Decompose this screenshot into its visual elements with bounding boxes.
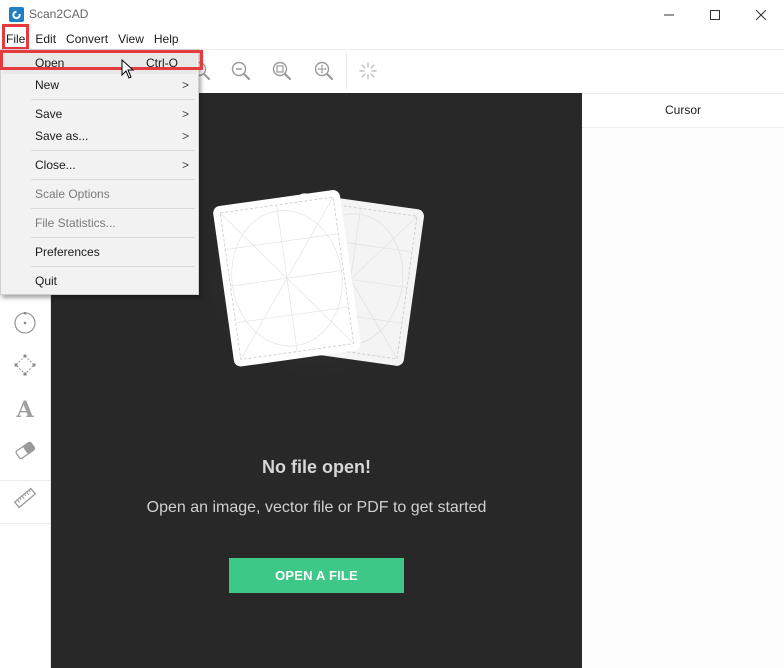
menu-item-label: Save as...: [35, 129, 89, 143]
eraser-tool-icon: [15, 441, 36, 460]
menu-separator: [31, 99, 195, 100]
properties-panel: Cursor: [582, 93, 784, 668]
menu-item-label: Open: [35, 56, 65, 70]
menu-item-label: Scale Options: [35, 187, 110, 201]
measure-tool-icon: [13, 487, 37, 509]
menu-convert[interactable]: Convert: [61, 30, 113, 49]
menu-view[interactable]: View: [113, 30, 149, 49]
measure-tool-button[interactable]: [11, 484, 39, 512]
open-a-file-button[interactable]: OPEN A FILE: [229, 558, 404, 593]
zoom-fit-button[interactable]: [269, 58, 295, 84]
close-button[interactable]: [738, 0, 784, 30]
toolbar-separator: [346, 53, 347, 89]
menu-separator: [31, 266, 195, 267]
menu-help[interactable]: Help: [149, 30, 184, 49]
empty-state-subtitle: Open an image, vector file or PDF to get…: [146, 499, 487, 516]
submenu-arrow-icon: >: [181, 78, 189, 92]
svg-text:A: A: [15, 397, 34, 420]
empty-state-title: No file open!: [262, 457, 371, 477]
menu-item-label: New: [35, 78, 60, 92]
circle-tool-button[interactable]: [11, 309, 39, 337]
menu-item-preferences[interactable]: Preferences: [3, 241, 197, 263]
menu-separator: [31, 237, 195, 238]
menu-file[interactable]: File: [0, 30, 30, 49]
no-file-illustration: [201, 190, 431, 378]
sidebar-separator: [0, 523, 50, 524]
app-logo-icon: [9, 7, 24, 22]
text-tool-button[interactable]: A: [11, 394, 39, 422]
menu-item-open[interactable]: Open Ctrl-O: [3, 52, 197, 74]
minimize-icon: [664, 14, 674, 16]
mouse-pointer-icon: [121, 59, 135, 79]
title-bar: Scan2CAD: [0, 0, 784, 30]
circle-tool-icon: [14, 312, 36, 334]
text-tool-icon: A: [15, 397, 34, 420]
menu-item-shortcut: Ctrl-O: [146, 56, 178, 70]
eraser-tool-button[interactable]: [11, 436, 39, 464]
polygon-tool-button[interactable]: [11, 351, 39, 379]
menu-item-label: Save: [35, 107, 63, 121]
menu-bar: File Edit Convert View Help: [0, 30, 784, 49]
polygon-tool-icon: [14, 354, 36, 376]
menu-separator: [31, 150, 195, 151]
menu-item-label: Preferences: [35, 245, 100, 259]
menu-item-quit[interactable]: Quit: [3, 270, 197, 292]
menu-item-label: Close...: [35, 158, 76, 172]
menu-item-new[interactable]: New >: [3, 74, 197, 96]
panel-header: Cursor: [582, 93, 784, 128]
maximize-icon: [710, 10, 720, 20]
sidebar-separator: [0, 480, 50, 481]
zoom-out-icon: [231, 61, 251, 81]
menu-separator: [31, 208, 195, 209]
menu-item-close[interactable]: Close... >: [3, 154, 197, 176]
submenu-arrow-icon: >: [181, 158, 189, 172]
menu-item-scale-options: Scale Options: [3, 183, 197, 205]
loading-spinner-icon: [359, 62, 377, 80]
window-title: Scan2CAD: [29, 7, 89, 21]
minimize-button[interactable]: [646, 0, 692, 30]
file-menu-dropdown: Open Ctrl-O New > Save > Save as... > Cl…: [0, 49, 199, 295]
tab-cursor[interactable]: Cursor: [582, 94, 784, 128]
scan2cad-window: Scan2CAD File Edit Convert View Help A N…: [0, 0, 784, 668]
processing-button[interactable]: [355, 58, 381, 84]
menu-item-label: File Statistics...: [35, 216, 116, 230]
zoom-pan-icon: [314, 61, 334, 81]
close-icon: [756, 10, 766, 20]
menu-item-label: Quit: [35, 274, 58, 288]
submenu-arrow-icon: >: [181, 129, 189, 143]
menu-item-save[interactable]: Save >: [3, 103, 197, 125]
zoom-pan-button[interactable]: [311, 58, 337, 84]
menu-edit[interactable]: Edit: [30, 30, 61, 49]
maximize-button[interactable]: [692, 0, 738, 30]
zoom-fit-icon: [272, 61, 292, 81]
menu-separator: [31, 179, 195, 180]
menu-item-file-statistics: File Statistics...: [3, 212, 197, 234]
menu-item-save-as[interactable]: Save as... >: [3, 125, 197, 147]
zoom-out-button[interactable]: [228, 58, 254, 84]
submenu-arrow-icon: >: [181, 107, 189, 121]
